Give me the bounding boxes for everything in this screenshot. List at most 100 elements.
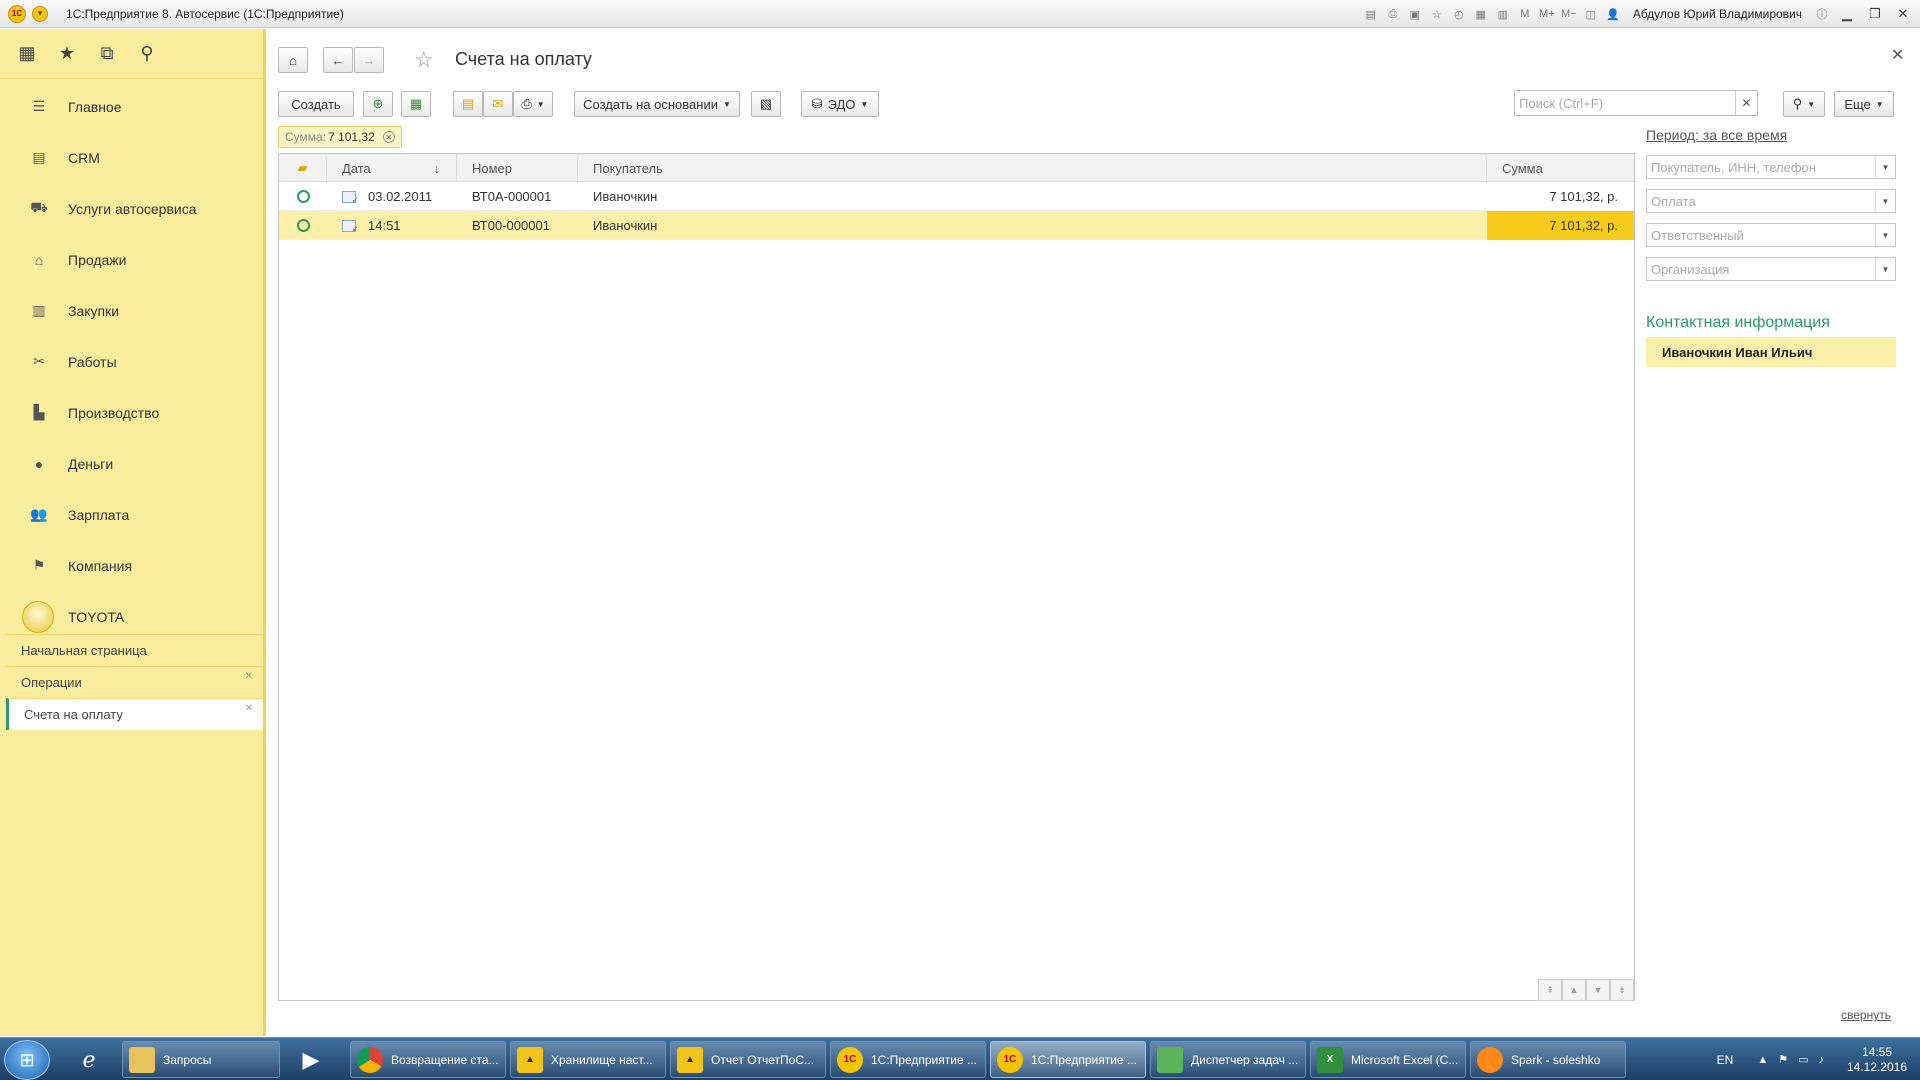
section-main[interactable]: ☰ Главное bbox=[0, 81, 263, 132]
column-header-date[interactable]: Дата ↓ bbox=[327, 154, 457, 182]
search-input[interactable] bbox=[1515, 91, 1735, 115]
close-form-icon[interactable]: ✕ bbox=[1891, 45, 1904, 65]
responsible-filter-field[interactable]: Ответственный ▼ bbox=[1646, 223, 1896, 247]
start-button[interactable]: ⊞ bbox=[4, 1040, 50, 1080]
column-header-buyer[interactable]: Покупатель bbox=[578, 154, 1487, 182]
section-company[interactable]: ⚑ Компания bbox=[0, 540, 263, 591]
task-manager-icon bbox=[1157, 1046, 1183, 1073]
internet-explorer-icon[interactable]: ℯ bbox=[64, 1041, 114, 1079]
column-header-sum[interactable]: Сумма bbox=[1487, 154, 1634, 182]
section-sales[interactable]: ⌂ Продажи bbox=[0, 234, 263, 285]
taskbar-item[interactable]: ▲ Отчет ОтчетПоС... bbox=[670, 1041, 826, 1078]
forward-button[interactable]: → bbox=[354, 47, 384, 73]
info-icon[interactable]: ⓘ bbox=[1814, 6, 1830, 22]
restore-icon[interactable]: ❐ bbox=[1864, 5, 1886, 23]
buyer-filter-field[interactable]: Покупатель, ИНН, телефон ▼ bbox=[1646, 155, 1896, 179]
open-window-home[interactable]: Начальная страница bbox=[6, 634, 263, 666]
clear-search-icon[interactable]: ✕ bbox=[1735, 91, 1757, 115]
remove-filter-icon[interactable]: ✕ bbox=[382, 131, 395, 143]
invoices-table: ▰ Дата↓ Номер Покупатель Сумма 03.02.201… bbox=[278, 153, 1635, 1001]
close-tab-icon[interactable]: ✕ bbox=[245, 671, 253, 682]
taskbar-item[interactable]: Возвращение ста... bbox=[350, 1041, 506, 1078]
period-link[interactable]: Период: за все время bbox=[1646, 127, 1787, 143]
history-icon[interactable]: ◴ bbox=[1451, 6, 1467, 22]
taskbar-item[interactable]: Диспетчер задач ... bbox=[1150, 1041, 1306, 1078]
language-indicator[interactable]: EN bbox=[1717, 1053, 1734, 1067]
print-icon[interactable]: ⎙ bbox=[1385, 6, 1401, 22]
section-production[interactable]: ▙ Производство bbox=[0, 387, 263, 438]
panels-icon[interactable]: ◫ bbox=[1583, 6, 1599, 22]
favorites-icon[interactable]: ★ bbox=[56, 43, 78, 64]
calculator-icon[interactable]: ▦ bbox=[1473, 6, 1489, 22]
action-center-icon[interactable]: ⚑ bbox=[1778, 1053, 1788, 1066]
taskbar-item[interactable]: X Microsoft Excel (С... bbox=[1310, 1041, 1466, 1078]
mark-delete-button[interactable]: ▦ bbox=[401, 91, 431, 117]
taskbar-item[interactable]: 1С 1С:Предприятие ... bbox=[830, 1041, 986, 1078]
minimize-icon[interactable]: ▁ bbox=[1836, 5, 1858, 23]
open-window-invoices[interactable]: Счета на оплату ✕ bbox=[6, 698, 263, 730]
taskbar-item[interactable]: ▲ Хранилище наст... bbox=[510, 1041, 666, 1078]
media-player-icon[interactable]: ▶ bbox=[286, 1041, 336, 1079]
section-purchases[interactable]: ▥ Закупки bbox=[0, 285, 263, 336]
current-user[interactable]: Абдулов Юрий Владимирович bbox=[1633, 7, 1802, 21]
send-email-button[interactable]: ✉ bbox=[483, 91, 513, 117]
scroll-down-icon[interactable]: ▼ bbox=[1586, 979, 1610, 1001]
clock[interactable]: 14:55 14.12.2016 bbox=[1834, 1045, 1920, 1075]
section-money[interactable]: ● Деньги bbox=[0, 438, 263, 489]
chevron-down-icon[interactable]: ▼ bbox=[1875, 258, 1895, 280]
create-based-on-button[interactable]: Создать на основании ▼ bbox=[574, 91, 740, 117]
favorites-add-icon[interactable]: ☆ bbox=[1429, 6, 1445, 22]
home-button[interactable]: ⌂ bbox=[278, 47, 308, 73]
taskbar-item[interactable]: Запросы bbox=[122, 1041, 280, 1078]
memory-plus-icon[interactable]: M+ bbox=[1539, 6, 1555, 22]
print-button[interactable]: ⎙ ▼ bbox=[513, 91, 553, 117]
all-functions-icon[interactable]: ▦ bbox=[16, 43, 38, 64]
preview-icon[interactable]: ▣ bbox=[1407, 6, 1423, 22]
taskbar-item[interactable]: 1С 1С:Предприятие ... bbox=[990, 1041, 1146, 1078]
scroll-up-icon[interactable]: ▲ bbox=[1562, 979, 1586, 1001]
section-auto-services[interactable]: ⛟ Услуги автосервиса bbox=[0, 183, 263, 234]
search-icon[interactable]: ⚲ bbox=[136, 43, 158, 64]
1c-logo-icon[interactable]: 1С bbox=[8, 4, 26, 23]
create-button[interactable]: Создать bbox=[278, 91, 354, 117]
payment-filter-field[interactable]: Оплата ▼ bbox=[1646, 189, 1896, 213]
status-column-header[interactable]: ▰ bbox=[279, 154, 327, 182]
show-hidden-icons-icon[interactable]: ▲ bbox=[1757, 1054, 1768, 1066]
table-row[interactable]: 14:51 ВТ00-000001 Иваночкин 7 101,32, р. bbox=[279, 211, 1634, 240]
section-salary[interactable]: 👥 Зарплата bbox=[0, 489, 263, 540]
history-icon[interactable]: ⧉ bbox=[96, 43, 118, 64]
scroll-top-icon[interactable]: ⇞ bbox=[1538, 979, 1562, 1001]
memory-m-icon[interactable]: M bbox=[1517, 6, 1533, 22]
volume-icon[interactable]: ♪ bbox=[1819, 1054, 1825, 1066]
taskbar-item[interactable]: Spark - soleshko bbox=[1470, 1041, 1626, 1078]
row-buyer: Иваночкин bbox=[593, 218, 658, 233]
documents-button[interactable]: ▤ bbox=[453, 91, 483, 117]
column-header-number[interactable]: Номер bbox=[457, 154, 578, 182]
scroll-bottom-icon[interactable]: ⇟ bbox=[1610, 979, 1634, 1001]
chevron-down-icon[interactable]: ▼ bbox=[1875, 224, 1895, 246]
copy-button[interactable]: ⊕ bbox=[363, 91, 393, 117]
search-options-button[interactable]: ⚲ ▼ bbox=[1783, 91, 1825, 117]
back-button[interactable]: ← bbox=[323, 47, 353, 73]
section-crm[interactable]: ▤ CRM bbox=[0, 132, 263, 183]
network-icon[interactable]: ▭ bbox=[1798, 1053, 1808, 1066]
close-tab-icon[interactable]: ✕ bbox=[245, 703, 253, 714]
sum-filter-chip[interactable]: Сумма: 7 101,32 ✕ bbox=[278, 126, 402, 148]
edo-button[interactable]: ⛁ ЭДО ▼ bbox=[801, 91, 879, 117]
contact-name[interactable]: Иваночкин Иван Ильич bbox=[1646, 337, 1896, 367]
chevron-down-icon[interactable]: ▼ bbox=[1875, 156, 1895, 178]
main-menu-icon[interactable]: ▾ bbox=[32, 5, 48, 22]
open-window-operations[interactable]: Операции ✕ bbox=[6, 666, 263, 698]
chevron-down-icon[interactable]: ▼ bbox=[1875, 190, 1895, 212]
more-button[interactable]: Еще ▼ bbox=[1834, 91, 1894, 117]
memory-minus-icon[interactable]: M− bbox=[1561, 6, 1577, 22]
organization-filter-field[interactable]: Организация ▼ bbox=[1646, 257, 1896, 281]
collapse-link[interactable]: свернуть bbox=[1841, 1008, 1891, 1022]
table-row[interactable]: 03.02.2011 ВТ0А-000001 Иваночкин 7 101,3… bbox=[279, 182, 1634, 211]
report-button[interactable]: ▧ bbox=[751, 91, 781, 117]
favorite-star-icon[interactable]: ☆ bbox=[414, 47, 434, 73]
calendar-icon[interactable]: ▥ bbox=[1495, 6, 1511, 22]
section-works[interactable]: ✂ Работы bbox=[0, 336, 263, 387]
save-icon[interactable]: ▤ bbox=[1363, 6, 1379, 22]
close-window-icon[interactable]: ✕ bbox=[1892, 5, 1914, 23]
